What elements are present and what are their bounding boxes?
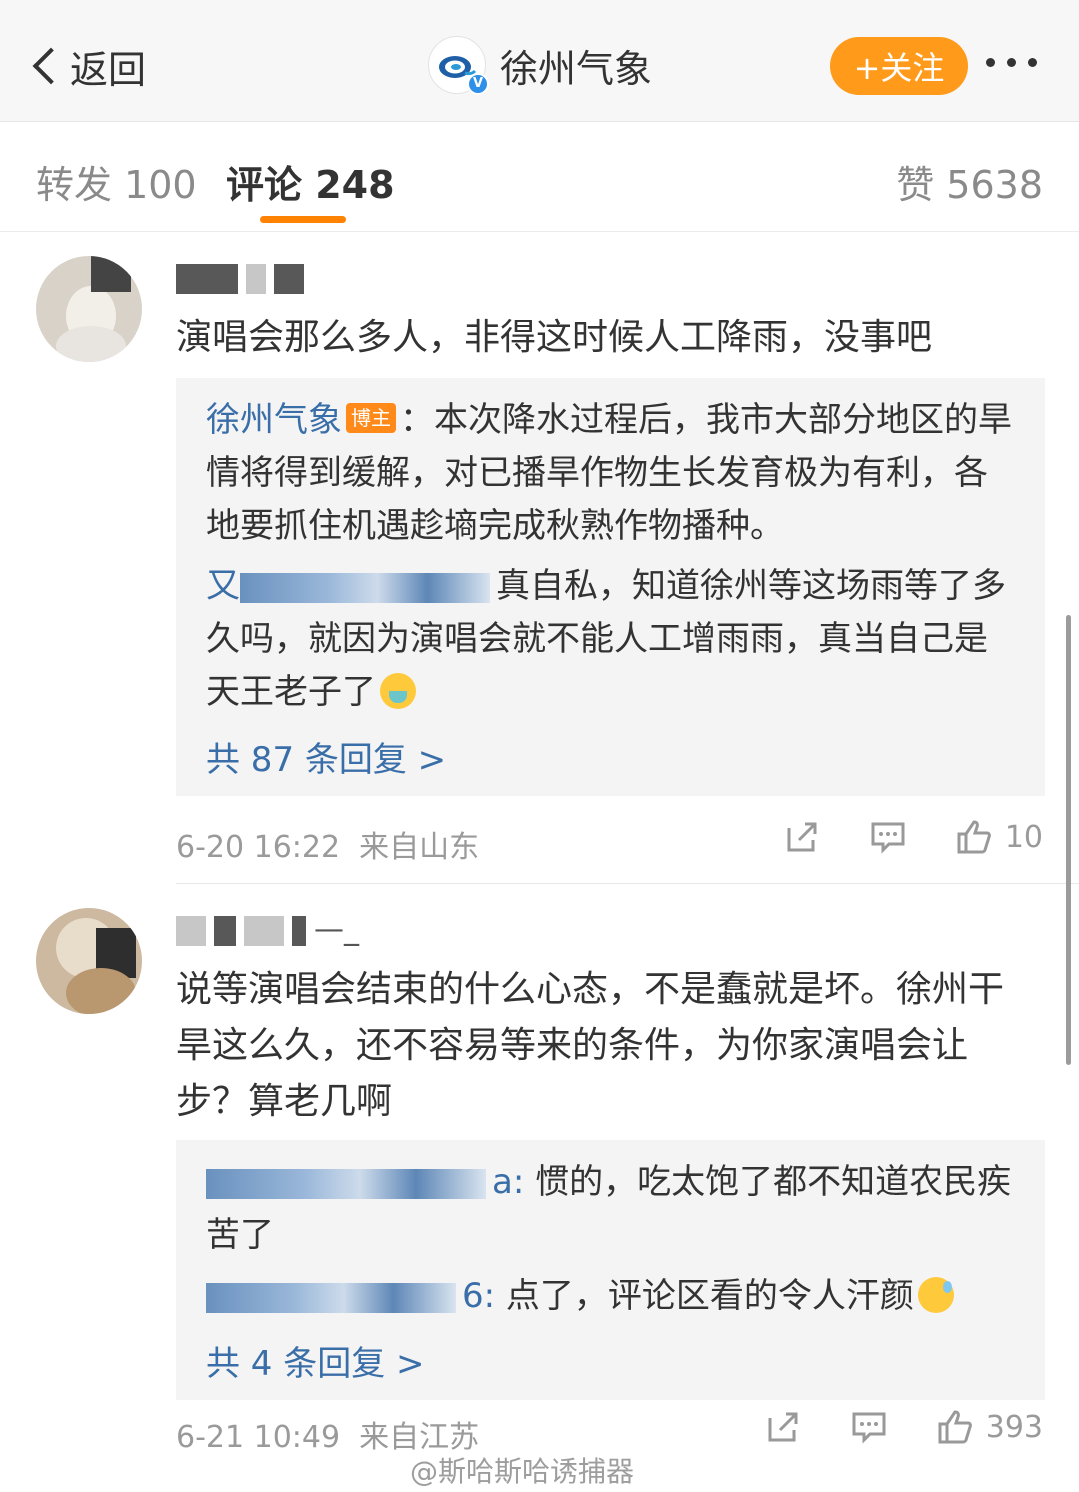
- thumbs-up-icon: [938, 1410, 972, 1444]
- reply-author-redacted[interactable]: [206, 1168, 486, 1199]
- tab-active-indicator: [260, 216, 346, 223]
- thumbs-up-icon: [957, 820, 991, 854]
- username-redacted[interactable]: —_: [176, 912, 359, 952]
- reply-author-suffix[interactable]: 6:: [462, 1276, 495, 1316]
- more-replies-link[interactable]: 共 4 条回复 >: [206, 1336, 425, 1385]
- like-count: 10: [1004, 819, 1043, 855]
- comment-source: 来自山东: [359, 830, 480, 865]
- reply-box[interactable]: 徐州气象 博主 ：本次降水过程后，我市大部分地区的旱情将得到缓解，对已播旱作物生长发…: [176, 378, 1045, 796]
- sick-face-emoji-icon: [380, 673, 416, 709]
- top-bar: 返回 V 徐州气象 +关注: [0, 0, 1079, 122]
- tab-comment[interactable]: 评论 248: [226, 154, 395, 209]
- tab-repost[interactable]: 转发 100: [36, 154, 197, 209]
- account-header[interactable]: V 徐州气象: [428, 36, 652, 95]
- back-button[interactable]: 返回: [28, 38, 146, 94]
- author-badge: 博主: [346, 403, 396, 433]
- divider: [176, 883, 1079, 884]
- like-count: 393: [985, 1409, 1043, 1445]
- avatar[interactable]: [36, 256, 142, 362]
- comment-bubble-icon[interactable]: [869, 818, 907, 856]
- comment-text: 说等演唱会结束的什么心态，不是蠢就是坏。徐州干旱这么久，还不容易等来的条件，为你…: [176, 969, 1005, 1122]
- tab-bar: 转发 100 评论 248 赞 5638: [0, 122, 1079, 232]
- chevron-left-icon: [32, 47, 70, 85]
- follow-button[interactable]: +关注: [830, 37, 968, 95]
- share-icon[interactable]: [783, 818, 821, 856]
- sweat-face-emoji-icon: [917, 1277, 954, 1313]
- comment-time: 6-21 10:49: [176, 1420, 341, 1455]
- username-redacted[interactable]: [176, 260, 312, 300]
- avatar[interactable]: [36, 908, 142, 1014]
- comment-meta: 6-20 16:22 来自山东: [176, 822, 479, 866]
- reply-author-redacted[interactable]: [240, 572, 490, 603]
- reply-item[interactable]: 6: 点了，评论区看的令人汗颜: [206, 1270, 1016, 1323]
- like-button[interactable]: 10: [955, 818, 1043, 856]
- reply-box[interactable]: a: 惯的，吃太饱了都不知道农民疾苦了 6: 点了，评论区看的令人汗颜 共 4 …: [176, 1140, 1045, 1400]
- more-replies-link[interactable]: 共 87 条回复 >: [206, 732, 446, 781]
- like-button[interactable]: 393: [936, 1408, 1043, 1446]
- back-label: 返回: [70, 47, 147, 92]
- account-avatar[interactable]: V: [428, 36, 489, 95]
- comment-actions: 393: [716, 1408, 1043, 1446]
- scrollbar[interactable]: [1066, 615, 1071, 1065]
- more-dots-icon[interactable]: [986, 58, 1037, 67]
- tab-like[interactable]: 赞 5638: [896, 154, 1043, 209]
- share-icon[interactable]: [764, 1408, 802, 1446]
- watermark: @斯哈斯哈诱捕器: [410, 1455, 635, 1488]
- reply-author[interactable]: 徐州气象: [206, 400, 342, 440]
- reply-item[interactable]: a: 惯的，吃太饱了都不知道农民疾苦了: [206, 1156, 1016, 1262]
- reply-text: 点了，评论区看的令人汗颜: [505, 1276, 914, 1316]
- verified-icon: V: [467, 73, 489, 95]
- comment-actions: 10: [735, 818, 1043, 856]
- comment-text: 演唱会那么多人，非得这时候人工降雨，没事吧: [176, 317, 933, 358]
- reply-item[interactable]: 徐州气象 博主 ：本次降水过程后，我市大部分地区的旱情将得到缓解，对已播旱作物生长发…: [206, 394, 1016, 553]
- reply-author-suffix[interactable]: a:: [492, 1162, 524, 1202]
- reply-author-prefix[interactable]: 又: [206, 566, 240, 606]
- reply-item[interactable]: 又真自私，知道徐州等这场雨等了多久吗，就因为演唱会就不能人工增雨雨，真当自己是天…: [206, 560, 1016, 719]
- comment-time: 6-20 16:22: [176, 830, 341, 865]
- reply-author-redacted[interactable]: [206, 1282, 456, 1313]
- comment-bubble-icon[interactable]: [850, 1408, 888, 1446]
- account-name[interactable]: 徐州气象: [500, 38, 652, 93]
